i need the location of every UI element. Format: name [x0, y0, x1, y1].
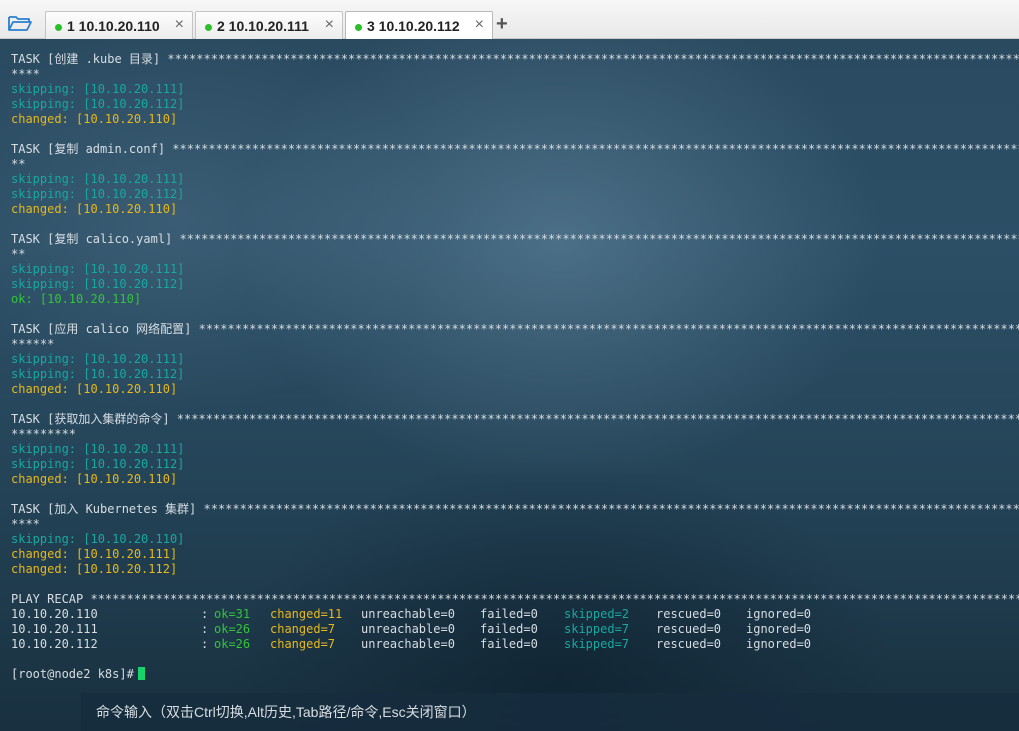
task-result: skipping: [10.10.20.111] — [11, 442, 185, 456]
task-header-stars: ** — [11, 247, 26, 261]
recap-rescued: rescued=0 — [656, 637, 722, 651]
connected-status-icon — [55, 24, 62, 31]
connected-status-icon — [355, 24, 362, 31]
recap-sep: : — [201, 607, 209, 621]
close-icon[interactable]: × — [475, 16, 484, 34]
task-result: changed: [10.10.20.110] — [11, 202, 178, 216]
recap-skipped: skipped=7 — [564, 622, 630, 636]
close-icon[interactable]: × — [175, 16, 184, 34]
command-input-bar[interactable]: 命令输入（双击Ctrl切换,Alt历史,Tab路径/命令,Esc关闭窗口） — [81, 693, 1019, 731]
task-header: TASK [获取加入集群的命令] ***********************… — [11, 412, 1019, 426]
task-header: TASK [复制 calico.yaml] ******************… — [11, 232, 1019, 246]
recap-row: 10.10.20.112 : ok=26 changed=7 unreachab… — [11, 637, 1011, 652]
task-result: changed: [10.10.20.110] — [11, 472, 178, 486]
task-result: skipping: [10.10.20.111] — [11, 82, 185, 96]
recap-host: 10.10.20.112 — [11, 637, 98, 651]
recap-unreachable: unreachable=0 — [361, 607, 455, 621]
tab-session-3[interactable]: 3 10.10.20.112 × — [345, 11, 493, 40]
tab-label: 2 10.10.20.111 — [217, 18, 309, 34]
task-result: skipping: [10.10.20.112] — [11, 277, 185, 291]
recap-skipped: skipped=2 — [564, 607, 630, 621]
recap-failed: failed=0 — [480, 622, 538, 636]
recap-host: 10.10.20.110 — [11, 607, 98, 621]
task-result: skipping: [10.10.20.112] — [11, 97, 185, 111]
recap-rescued: rescued=0 — [656, 622, 722, 636]
task-header-stars: ** — [11, 157, 26, 171]
new-tab-button[interactable]: + — [496, 13, 508, 35]
tab-session-2[interactable]: 2 10.10.20.111 × — [195, 11, 343, 39]
connected-status-icon — [205, 24, 212, 31]
task-result: changed: [10.10.20.111] — [11, 547, 178, 561]
tab-label: 1 10.10.20.110 — [67, 18, 160, 34]
recap-unreachable: unreachable=0 — [361, 637, 455, 651]
task-result: skipping: [10.10.20.110] — [11, 532, 185, 546]
task-result: skipping: [10.10.20.112] — [11, 187, 185, 201]
task-result: skipping: [10.10.20.111] — [11, 352, 185, 366]
tab-bar: 1 10.10.20.110 × 2 10.10.20.111 × 3 10.1… — [0, 0, 1019, 40]
recap-failed: failed=0 — [480, 637, 538, 651]
terminal-output[interactable]: TASK [创建 .kube 目录] *********************… — [0, 39, 1019, 731]
task-header: TASK [创建 .kube 目录] *********************… — [11, 52, 1019, 66]
task-result: skipping: [10.10.20.112] — [11, 457, 185, 471]
prompt-text: [root@node2 k8s]# — [11, 667, 134, 681]
task-result: skipping: [10.10.20.111] — [11, 262, 185, 276]
task-header-stars: **** — [11, 67, 40, 81]
recap-failed: failed=0 — [480, 607, 538, 621]
play-recap-header: PLAY RECAP *****************************… — [11, 592, 1019, 606]
recap-ignored: ignored=0 — [746, 637, 812, 651]
shell-prompt[interactable]: [root@node2 k8s]# — [11, 667, 145, 682]
recap-unreachable: unreachable=0 — [361, 622, 455, 636]
task-result: ok: [10.10.20.110] — [11, 292, 142, 306]
recap-row: 10.10.20.110 : ok=31 changed=11 unreacha… — [11, 607, 1011, 622]
task-result: changed: [10.10.20.112] — [11, 562, 178, 576]
text-cursor — [137, 667, 145, 680]
recap-sep: : — [201, 622, 209, 636]
recap-ok: ok=26 — [214, 637, 251, 651]
task-result: changed: [10.10.20.110] — [11, 112, 178, 126]
recap-host: 10.10.20.111 — [11, 622, 98, 636]
task-header: TASK [应用 calico 网络配置] ******************… — [11, 322, 1019, 336]
recap-ignored: ignored=0 — [746, 607, 812, 621]
close-icon[interactable]: × — [325, 16, 334, 34]
recap-changed: changed=7 — [270, 622, 336, 636]
task-result: skipping: [10.10.20.111] — [11, 172, 185, 186]
folder-open-icon[interactable] — [7, 13, 33, 33]
recap-sep: : — [201, 637, 209, 651]
recap-changed: changed=7 — [270, 637, 336, 651]
recap-rescued: rescued=0 — [656, 607, 722, 621]
task-header-stars: **** — [11, 517, 40, 531]
recap-row: 10.10.20.111 : ok=26 changed=7 unreachab… — [11, 622, 1011, 637]
recap-ok: ok=31 — [214, 607, 251, 621]
recap-ignored: ignored=0 — [746, 622, 812, 636]
tab-label: 3 10.10.20.112 — [367, 18, 460, 34]
recap-changed: changed=11 — [270, 607, 343, 621]
task-result: skipping: [10.10.20.112] — [11, 367, 185, 381]
tab-session-1[interactable]: 1 10.10.20.110 × — [45, 11, 193, 39]
recap-ok: ok=26 — [214, 622, 251, 636]
task-header: TASK [加入 Kubernetes 集群] ****************… — [11, 502, 1019, 516]
task-header-stars: ********* — [11, 427, 77, 441]
task-result: changed: [10.10.20.110] — [11, 382, 178, 396]
recap-skipped: skipped=7 — [564, 637, 630, 651]
task-header-stars: ****** — [11, 337, 55, 351]
task-header: TASK [复制 admin.conf] *******************… — [11, 142, 1019, 156]
